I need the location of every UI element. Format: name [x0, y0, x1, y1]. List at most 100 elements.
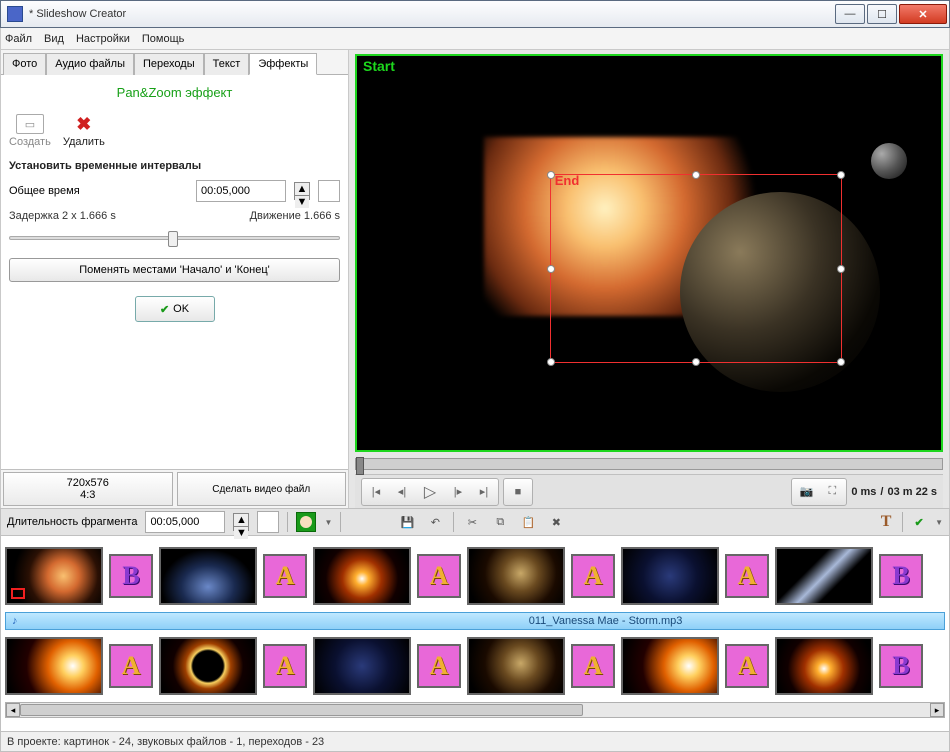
scrollbar-thumb[interactable]: [20, 704, 583, 716]
play-button[interactable]: ▷: [416, 481, 444, 503]
start-region-label: Start: [363, 58, 395, 74]
audio-track[interactable]: ♪ 011_Vanessa Mae - Storm.mp3: [5, 612, 945, 630]
time-display: 0 ms / 03 m 22 s: [851, 486, 937, 498]
tab-effects[interactable]: Эффекты: [249, 53, 317, 75]
transition-item[interactable]: A: [725, 644, 769, 688]
resize-handle[interactable]: [837, 358, 845, 366]
transition-item[interactable]: B: [879, 554, 923, 598]
dropdown-arrow-icon[interactable]: ▼: [324, 518, 332, 527]
delete-button[interactable]: ✖: [546, 512, 566, 532]
go-end-button[interactable]: ▸|: [472, 481, 496, 503]
scroll-right-button[interactable]: ▸: [930, 703, 944, 717]
left-panel: Фото Аудио файлы Переходы Текст Эффекты …: [1, 50, 349, 508]
timeline-clip[interactable]: [775, 547, 873, 605]
paste-button[interactable]: 📋: [518, 512, 538, 532]
timeline-clip[interactable]: [159, 637, 257, 695]
timeline-clip[interactable]: [313, 637, 411, 695]
go-start-button[interactable]: |◂: [364, 481, 388, 503]
text-tool-button[interactable]: T: [876, 512, 896, 532]
preview-seekbar[interactable]: [355, 458, 943, 470]
save-button[interactable]: 💾: [397, 512, 417, 532]
prev-frame-button[interactable]: ◂|: [390, 481, 414, 503]
swap-start-end-button[interactable]: Поменять местами 'Начало' и 'Конец': [9, 258, 340, 282]
total-time-label: Общее время: [9, 185, 188, 197]
fragment-duration-label: Длительность фрагмента: [7, 517, 137, 528]
timeline-clip[interactable]: [5, 637, 103, 695]
timeline-clip[interactable]: [159, 547, 257, 605]
tab-text[interactable]: Текст: [204, 53, 250, 75]
timeline-clip[interactable]: [621, 637, 719, 695]
menu-view[interactable]: Вид: [44, 33, 64, 45]
transition-item[interactable]: A: [109, 644, 153, 688]
transition-item[interactable]: A: [263, 554, 307, 598]
transition-item[interactable]: A: [263, 644, 307, 688]
close-button[interactable]: ✕: [899, 4, 947, 24]
resize-handle[interactable]: [692, 358, 700, 366]
timeline-clip[interactable]: [621, 547, 719, 605]
resize-handle[interactable]: [837, 171, 845, 179]
copy-button[interactable]: ⧉: [490, 512, 510, 532]
lock-toggle[interactable]: [318, 180, 340, 202]
timeline-clip[interactable]: [467, 547, 565, 605]
undo-button[interactable]: ↶: [425, 512, 445, 532]
dropdown-arrow-icon[interactable]: ▼: [935, 518, 943, 527]
resolution-button[interactable]: 720x576 4:3: [3, 472, 173, 506]
duration-lock-toggle[interactable]: [257, 511, 279, 533]
resize-handle[interactable]: [692, 171, 700, 179]
preview-pane: Start End |◂ ◂| ▷ |▸ ▸|: [349, 50, 949, 508]
left-tabs: Фото Аудио файлы Переходы Текст Эффекты: [1, 50, 348, 75]
tab-transitions[interactable]: Переходы: [134, 53, 204, 75]
apply-button[interactable]: ✔: [909, 512, 929, 532]
delay-label: Задержка 2 x 1.666 s: [9, 210, 116, 222]
cut-button[interactable]: ✂: [462, 512, 482, 532]
transition-item[interactable]: B: [879, 644, 923, 688]
total-time-spinner[interactable]: ▲▼: [294, 182, 310, 200]
delete-x-icon: ✖: [70, 114, 98, 134]
fragment-duration-spinner[interactable]: ▲▼: [233, 513, 249, 531]
tab-audio[interactable]: Аудио файлы: [46, 53, 134, 75]
total-time-input[interactable]: 00:05,000: [196, 180, 286, 202]
fullscreen-button[interactable]: ⛶: [820, 481, 844, 503]
transition-item[interactable]: A: [417, 644, 461, 688]
ok-button[interactable]: OK: [135, 296, 215, 322]
resize-handle[interactable]: [547, 358, 555, 366]
end-region[interactable]: End: [550, 174, 842, 363]
timeline-clip[interactable]: [313, 547, 411, 605]
timeline-clip[interactable]: [5, 547, 103, 605]
timeline-h-scrollbar[interactable]: ◂ ▸: [5, 702, 945, 718]
resize-handle[interactable]: [547, 171, 555, 179]
create-effect-button[interactable]: ▭ Создать: [9, 114, 51, 148]
total-time-value: 00:05,000: [201, 185, 250, 197]
transition-item[interactable]: A: [417, 554, 461, 598]
scroll-left-button[interactable]: ◂: [6, 703, 20, 717]
create-label: Создать: [9, 136, 51, 148]
timeline-row[interactable]: A A A A A B: [5, 632, 945, 700]
timeline-clip[interactable]: [467, 637, 565, 695]
face-effect-button[interactable]: [296, 512, 316, 532]
next-frame-button[interactable]: |▸: [446, 481, 470, 503]
preview-frame[interactable]: Start End: [355, 54, 943, 452]
menu-file[interactable]: Файл: [5, 33, 32, 45]
timing-slider[interactable]: [9, 236, 340, 240]
resize-handle[interactable]: [547, 265, 555, 273]
transition-item[interactable]: A: [571, 644, 615, 688]
transition-item[interactable]: A: [571, 554, 615, 598]
delete-effect-button[interactable]: ✖ Удалить: [63, 114, 105, 148]
menu-settings[interactable]: Настройки: [76, 33, 130, 45]
tab-photo[interactable]: Фото: [3, 53, 46, 75]
make-video-button[interactable]: Сделать видео файл: [177, 472, 347, 506]
transition-item[interactable]: B: [109, 554, 153, 598]
slider-thumb[interactable]: [168, 231, 178, 247]
timeline-row[interactable]: B A A A A B: [5, 542, 945, 610]
resize-handle[interactable]: [837, 265, 845, 273]
timeline: B A A A A B ♪ 011_Vanessa Mae - Storm.mp…: [0, 536, 950, 732]
minimize-button[interactable]: —: [835, 4, 865, 24]
stop-button[interactable]: ■: [506, 481, 530, 503]
effect-marker-icon: [11, 588, 25, 599]
maximize-button[interactable]: ☐: [867, 4, 897, 24]
menu-help[interactable]: Помощь: [142, 33, 185, 45]
snapshot-button[interactable]: 📷: [794, 481, 818, 503]
timeline-clip[interactable]: [775, 637, 873, 695]
fragment-duration-input[interactable]: 00:05,000: [145, 511, 225, 533]
transition-item[interactable]: A: [725, 554, 769, 598]
